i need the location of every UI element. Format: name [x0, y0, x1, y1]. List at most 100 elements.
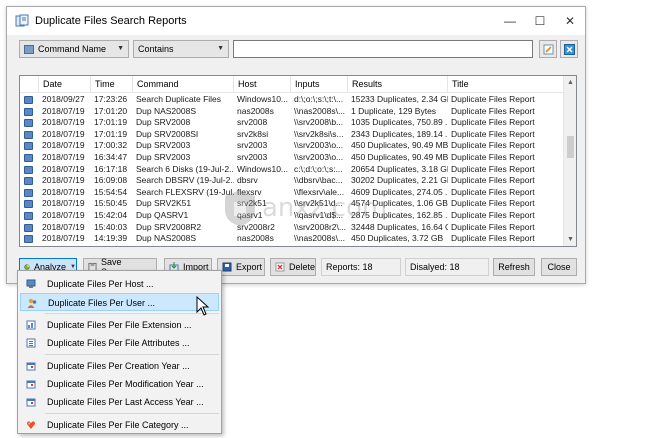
menu-item-per-user[interactable]: Duplicate Files Per User ...: [20, 293, 219, 311]
menu-item-label: Duplicate Files Per Creation Year ...: [47, 361, 190, 371]
cell-inputs: \\dbsrv\bac...: [294, 175, 343, 186]
cell-date: 2018/07/19: [42, 152, 85, 162]
col-header-results[interactable]: Results: [348, 76, 448, 93]
cell-inputs: c:\;d:\;o:\;s:...: [294, 163, 343, 174]
vertical-scrollbar[interactable]: ▲ ▼: [563, 76, 576, 246]
cell-date: 2018/09/27: [42, 94, 85, 104]
table-row[interactable]: 2018/07/19 14:19:39 Dup NAS2008S nas2008s \\…: [20, 233, 564, 244]
table-row[interactable]: 2018/07/19 17:01:19 Dup SRV2008 srv2008 \\sr…: [20, 117, 564, 128]
calendar-icon: [26, 362, 36, 371]
delete-button[interactable]: Delete: [270, 258, 316, 276]
category-icon: [27, 421, 35, 429]
menu-item-per-category[interactable]: Duplicate Files Per File Category ...: [20, 416, 219, 434]
report-icon: [24, 235, 33, 244]
table-row[interactable]: 2018/07/19 16:09:08 Search DBSRV (19-Jul-2…: [20, 175, 564, 186]
cell-title: Duplicate Files Report: [451, 152, 535, 162]
col-header-inputs[interactable]: Inputs: [291, 76, 348, 93]
cell-title: Duplicate Files Report: [451, 117, 535, 128]
cell-date: 2018/07/19: [42, 221, 85, 232]
operator-select[interactable]: Contains ▼: [133, 40, 229, 58]
menu-item-per-extension[interactable]: Duplicate Files Per File Extension ...: [20, 316, 219, 334]
edit-filter-button[interactable]: [539, 40, 557, 58]
cell-date: 2018/07/19: [42, 175, 85, 186]
cell-title: Duplicate Files Report: [451, 210, 535, 220]
cell-date: 2018/07/19: [42, 128, 85, 139]
cell-command: Dup SRV2003: [136, 140, 191, 151]
cell-results: 20654 Duplicates, 3.18 GB: [351, 163, 448, 174]
col-header-host[interactable]: Host: [234, 76, 291, 93]
cell-inputs: \\srv2003\o...: [294, 140, 344, 151]
title-bar[interactable]: Duplicate Files Search Reports — ☐ ✕: [7, 7, 585, 35]
menu-item-label: Duplicate Files Per User ...: [48, 298, 156, 308]
menu-item-per-creation-year[interactable]: Duplicate Files Per Creation Year ...: [20, 357, 219, 375]
table-row[interactable]: 2018/07/19 16:17:18 Search 6 Disks (19-Jul…: [20, 164, 564, 175]
filter-value-input[interactable]: [233, 40, 533, 58]
col-header-command[interactable]: Command: [133, 76, 234, 93]
table-row[interactable]: 2018/09/27 17:23:26 Search Duplicate Files…: [20, 94, 564, 105]
reports-count: Reports: 18: [321, 258, 401, 276]
close-window-button[interactable]: ✕: [555, 7, 585, 35]
menu-item-per-modification-year[interactable]: Duplicate Files Per Modification Year ..…: [20, 375, 219, 393]
scroll-up-icon[interactable]: ▲: [564, 76, 576, 89]
attributes-icon: [26, 338, 36, 348]
cell-host: srv2003: [237, 152, 268, 162]
menu-item-label: Duplicate Files Per File Category ...: [47, 420, 189, 430]
minimize-button[interactable]: —: [495, 7, 525, 35]
cell-command: Search FLEXSRV (19-Jul...: [136, 186, 234, 197]
table-row[interactable]: 2018/07/19 17:01:20 Dup NAS2008S nas2008s \\…: [20, 106, 564, 117]
report-icon: [24, 165, 33, 174]
watermark: anxz.com: [222, 188, 387, 228]
scroll-thumb[interactable]: [567, 136, 574, 158]
cell-time: 16:34:47: [94, 152, 128, 162]
export-label: Export: [236, 262, 263, 272]
report-icon: [24, 107, 33, 116]
cell-host: nas2008s: [237, 233, 274, 244]
cell-time: 17:23:26: [94, 94, 128, 104]
report-icon: [24, 212, 33, 220]
refresh-button[interactable]: Refresh: [493, 258, 535, 276]
cell-title: Duplicate Files Report: [451, 94, 535, 104]
clear-filter-button[interactable]: [560, 40, 578, 58]
menu-item-per-attributes[interactable]: Duplicate Files Per File Attributes ...: [20, 334, 219, 352]
close-button[interactable]: Close: [541, 258, 577, 276]
table-row[interactable]: 2018/07/19 17:01:19 Dup SRV2008SI srv2k8si \…: [20, 129, 564, 140]
field-select[interactable]: Command Name ▼: [19, 40, 129, 58]
table-row[interactable]: 2018/07/19 16:34:47 Dup SRV2003 srv2003 \\sr…: [20, 152, 564, 163]
report-icon: [24, 142, 33, 151]
cell-inputs: d:\;o:\;s:\;t:\...: [294, 94, 344, 104]
col-header-title[interactable]: Title: [448, 76, 564, 93]
field-select-value: Command Name: [38, 44, 107, 54]
cell-command: Search 6 Disks (19-Jul-2...: [136, 163, 234, 174]
scroll-down-icon[interactable]: ▼: [564, 233, 576, 246]
menu-separator: [45, 413, 219, 414]
user-icon: [27, 298, 37, 308]
table-row[interactable]: 2018/07/19 17:00:32 Dup SRV2003 srv2003 \\sr…: [20, 140, 564, 151]
watermark-shield-icon: [225, 190, 255, 226]
cell-time: 15:42:04: [94, 210, 128, 220]
cell-title: Duplicate Files Report: [451, 140, 535, 151]
maximize-button[interactable]: ☐: [525, 7, 555, 35]
cell-results: 1035 Duplicates, 750.89 ...: [351, 117, 448, 128]
app-icon: [15, 14, 29, 27]
menu-item-per-last-access-year[interactable]: Duplicate Files Per Last Access Year ...: [20, 393, 219, 411]
mouse-cursor-icon: [196, 296, 210, 316]
export-icon: [222, 262, 232, 272]
menu-item-per-host[interactable]: Duplicate Files Per Host ...: [20, 275, 219, 293]
cell-command: Search Duplicate Files: [136, 94, 222, 104]
cell-inputs: \\srv2008\b...: [294, 117, 344, 128]
filter-bar: Command Name ▼ Contains ▼: [19, 40, 578, 58]
cell-results: 450 Duplicates, 3.72 GB: [351, 233, 444, 244]
cell-command: Dup SRV2K51: [136, 198, 192, 209]
cell-command: Dup QASRV1: [136, 210, 189, 220]
cell-title: Duplicate Files Report: [451, 198, 535, 209]
col-header-date[interactable]: Date: [39, 76, 91, 93]
col-header-time[interactable]: Time: [91, 76, 133, 93]
displayed-count: Disalyed: 18: [405, 258, 489, 276]
cell-results: 30202 Duplicates, 2.21 GB: [351, 175, 448, 186]
report-icon: [24, 200, 33, 209]
cell-command: Dup SRV2008SI: [136, 128, 199, 139]
cell-inputs: \\nas2008s\...: [294, 105, 346, 116]
cell-host: Windows10...: [237, 94, 289, 104]
cell-time: 17:00:32: [94, 140, 128, 151]
export-button[interactable]: Export: [217, 258, 265, 276]
